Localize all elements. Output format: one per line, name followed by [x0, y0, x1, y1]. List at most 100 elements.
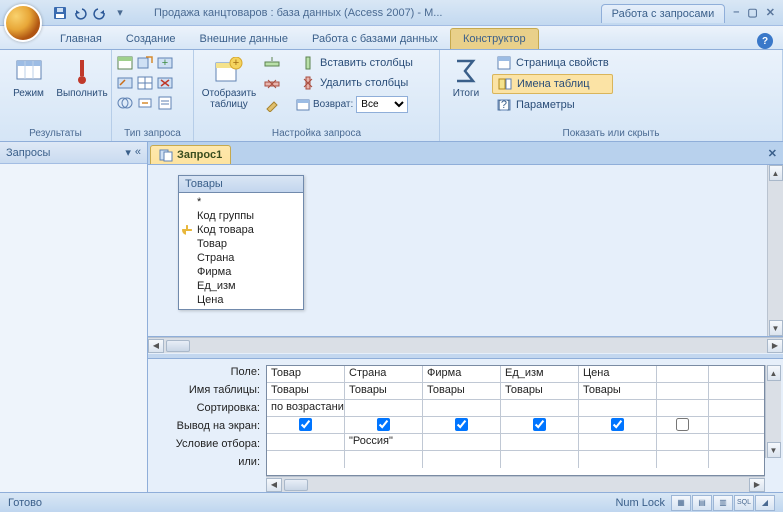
qat-customize-icon[interactable]: ▾ — [112, 5, 128, 21]
grid-cell[interactable] — [345, 451, 423, 468]
grid-cell[interactable] — [423, 451, 501, 468]
tab-create[interactable]: Создание — [114, 29, 188, 49]
nav-header[interactable]: Запросы ▾ « — [0, 142, 147, 164]
scroll-right-icon[interactable]: ▶ — [767, 339, 783, 353]
design-grid[interactable]: ТоварСтранаФирмаЕд_измЦенаТоварыТоварыТо… — [266, 365, 765, 476]
scroll-right-icon[interactable]: ▶ — [749, 478, 765, 492]
show-table-button[interactable]: + Отобразить таблицу — [198, 54, 260, 112]
field-item[interactable]: Код группы — [179, 209, 303, 223]
grid-cell[interactable] — [657, 434, 709, 450]
grid-cell[interactable] — [267, 434, 345, 450]
grid-cell[interactable] — [657, 366, 709, 382]
field-item[interactable]: Цена — [179, 293, 303, 307]
redo-icon[interactable] — [92, 5, 108, 21]
datadef-query-icon[interactable] — [156, 94, 174, 112]
scroll-up-icon[interactable]: ▲ — [767, 365, 781, 381]
delete-rows-icon[interactable] — [264, 76, 292, 92]
document-close-icon[interactable]: ✕ — [768, 147, 777, 160]
make-table-icon[interactable] — [136, 54, 154, 72]
grid-scroll-h[interactable]: ◀ ▶ — [266, 476, 765, 492]
tab-design[interactable]: Конструктор — [450, 28, 539, 49]
grid-cell[interactable]: Страна — [345, 366, 423, 382]
update-query-icon[interactable] — [116, 74, 134, 92]
grid-cell[interactable] — [501, 434, 579, 450]
grid-cell[interactable] — [579, 417, 657, 433]
minimize-icon[interactable]: – — [733, 6, 739, 19]
grid-cell[interactable]: Товары — [267, 383, 345, 399]
grid-cell[interactable] — [657, 451, 709, 468]
field-item[interactable]: Фирма — [179, 265, 303, 279]
diagram-scroll-h[interactable]: ◀ ▶ — [148, 337, 783, 353]
parameters-button[interactable]: [?]Параметры — [492, 96, 613, 114]
diagram-pane[interactable]: Товары *Код группыКод товараТоварСтранаФ… — [148, 165, 783, 337]
tab-dbtools[interactable]: Работа с базами данных — [300, 29, 450, 49]
grid-cell[interactable]: по возрастанию — [267, 400, 345, 416]
tab-external[interactable]: Внешние данные — [188, 29, 300, 49]
grid-cell[interactable]: Товар — [267, 366, 345, 382]
insert-columns-button[interactable]: Вставить столбцы — [296, 54, 417, 72]
show-checkbox[interactable] — [299, 418, 312, 431]
close-icon[interactable]: ✕ — [766, 6, 775, 19]
run-button[interactable]: Выполнить — [57, 54, 107, 101]
show-checkbox[interactable] — [676, 418, 689, 431]
datasheet-view-icon[interactable]: ▦ — [671, 495, 691, 511]
scroll-thumb[interactable] — [166, 340, 190, 352]
pivotchart-view-icon[interactable]: ▤ — [692, 495, 712, 511]
field-item[interactable]: Товар — [179, 237, 303, 251]
grid-cell[interactable] — [423, 417, 501, 433]
grid-cell[interactable]: Товары — [345, 383, 423, 399]
scroll-left-icon[interactable]: ◀ — [266, 478, 282, 492]
help-icon[interactable]: ? — [757, 33, 773, 49]
nav-body[interactable] — [0, 164, 147, 492]
grid-cell[interactable] — [345, 400, 423, 416]
field-item[interactable]: Ед_изм — [179, 279, 303, 293]
grid-cell[interactable] — [657, 383, 709, 399]
design-view-icon[interactable]: ◢ — [755, 495, 775, 511]
diagram-scroll-v[interactable]: ▲ ▼ — [767, 165, 783, 336]
scroll-down-icon[interactable]: ▼ — [769, 320, 783, 336]
totals-button[interactable]: Итоги — [444, 54, 488, 101]
grid-cell[interactable] — [423, 434, 501, 450]
view-button[interactable]: Режим — [4, 54, 53, 101]
select-query-icon[interactable] — [116, 54, 134, 72]
table-box-title[interactable]: Товары — [179, 176, 303, 193]
show-checkbox[interactable] — [377, 418, 390, 431]
grid-cell[interactable] — [579, 434, 657, 450]
query-tab[interactable]: Запрос1 — [150, 145, 231, 164]
scroll-left-icon[interactable]: ◀ — [148, 339, 164, 353]
grid-cell[interactable] — [501, 400, 579, 416]
grid-cell[interactable] — [345, 417, 423, 433]
show-checkbox[interactable] — [533, 418, 546, 431]
office-button[interactable] — [4, 4, 42, 42]
sql-view-icon[interactable]: SQL — [734, 495, 754, 511]
table-box-tovary[interactable]: Товары *Код группыКод товараТоварСтранаФ… — [178, 175, 304, 310]
tab-home[interactable]: Главная — [48, 29, 114, 49]
restore-icon[interactable]: ▢ — [747, 6, 757, 19]
return-select[interactable]: Все — [356, 96, 408, 113]
grid-cell[interactable]: Товары — [423, 383, 501, 399]
delete-columns-button[interactable]: Удалить столбцы — [296, 74, 417, 92]
undo-icon[interactable] — [72, 5, 88, 21]
crosstab-query-icon[interactable] — [136, 74, 154, 92]
insert-rows-icon[interactable] — [264, 56, 292, 72]
grid-cell[interactable]: Товары — [579, 383, 657, 399]
scroll-up-icon[interactable]: ▲ — [769, 165, 783, 181]
show-checkbox[interactable] — [611, 418, 624, 431]
grid-cell[interactable]: Фирма — [423, 366, 501, 382]
field-item[interactable]: Страна — [179, 251, 303, 265]
grid-cell[interactable]: Ед_изм — [501, 366, 579, 382]
grid-cell[interactable]: Товары — [501, 383, 579, 399]
union-query-icon[interactable] — [116, 94, 134, 112]
scroll-thumb[interactable] — [284, 479, 308, 491]
scroll-down-icon[interactable]: ▼ — [767, 442, 781, 458]
grid-cell[interactable] — [501, 417, 579, 433]
grid-cell[interactable] — [267, 451, 345, 468]
grid-scroll-v[interactable]: ▲ ▼ — [765, 365, 781, 458]
nav-collapse-icon[interactable]: « — [135, 146, 141, 159]
append-query-icon[interactable]: + — [156, 54, 174, 72]
builder-icon[interactable] — [264, 96, 292, 112]
show-checkbox[interactable] — [455, 418, 468, 431]
field-item[interactable]: * — [179, 195, 303, 209]
property-sheet-button[interactable]: Страница свойств — [492, 54, 613, 72]
table-names-button[interactable]: Имена таблиц — [492, 74, 613, 94]
